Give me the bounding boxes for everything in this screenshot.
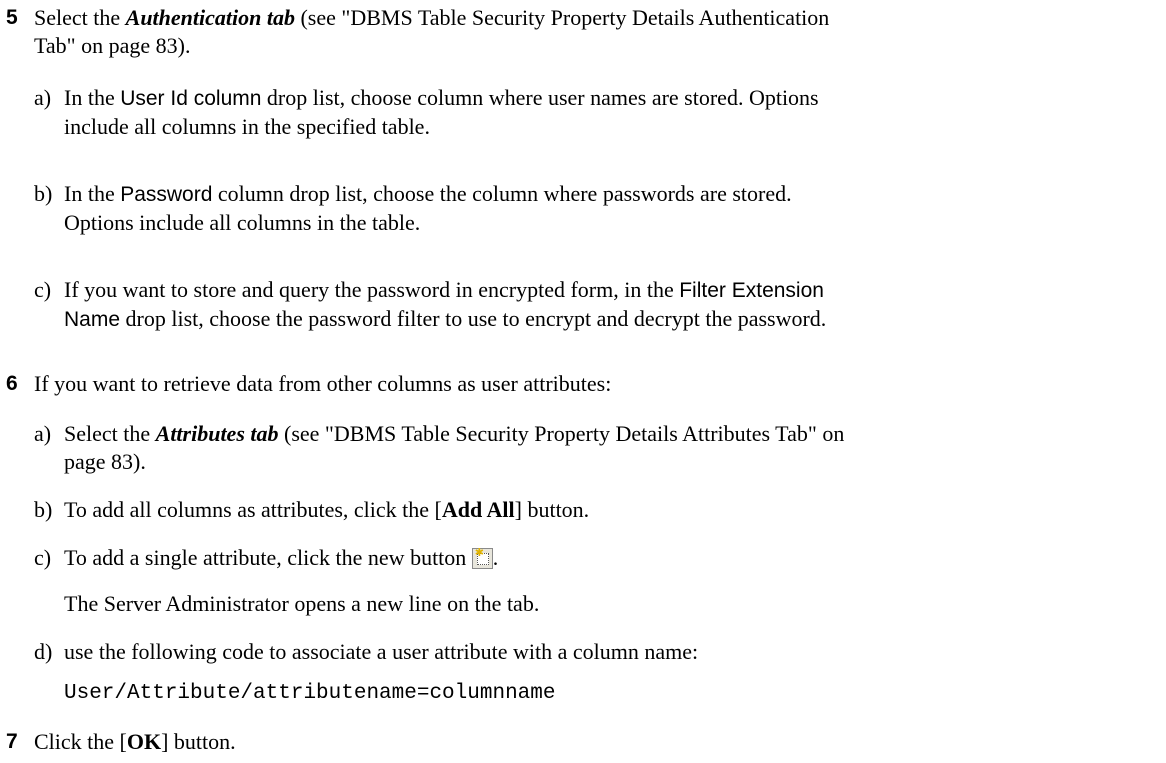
step-6c-note: The Server Administrator opens a new lin…	[64, 591, 540, 616]
attributes-tab-ref: Attributes tab	[155, 421, 279, 446]
step-text: If you want to retrieve data from other …	[34, 371, 612, 396]
code-sample: User/Attribute/attributename=columnname	[64, 682, 556, 705]
authentication-tab-ref: Authentication tab	[125, 5, 295, 30]
step-text: Click the [OK] button.	[34, 729, 236, 754]
password-column-label: Password	[120, 183, 213, 206]
step-number: 5	[6, 6, 18, 29]
ok-button-ref: OK	[126, 729, 162, 754]
add-all-button-ref: Add All	[441, 497, 515, 522]
new-item-icon: ✱	[471, 548, 493, 569]
step-number: 7	[6, 730, 18, 753]
step-text: Select the Authentication tab (see "DBMS…	[34, 5, 830, 58]
step-number: 6	[6, 372, 18, 395]
filter-extension-name-label: Filter Extension	[679, 279, 824, 302]
user-id-column-label: User Id column	[120, 87, 262, 110]
